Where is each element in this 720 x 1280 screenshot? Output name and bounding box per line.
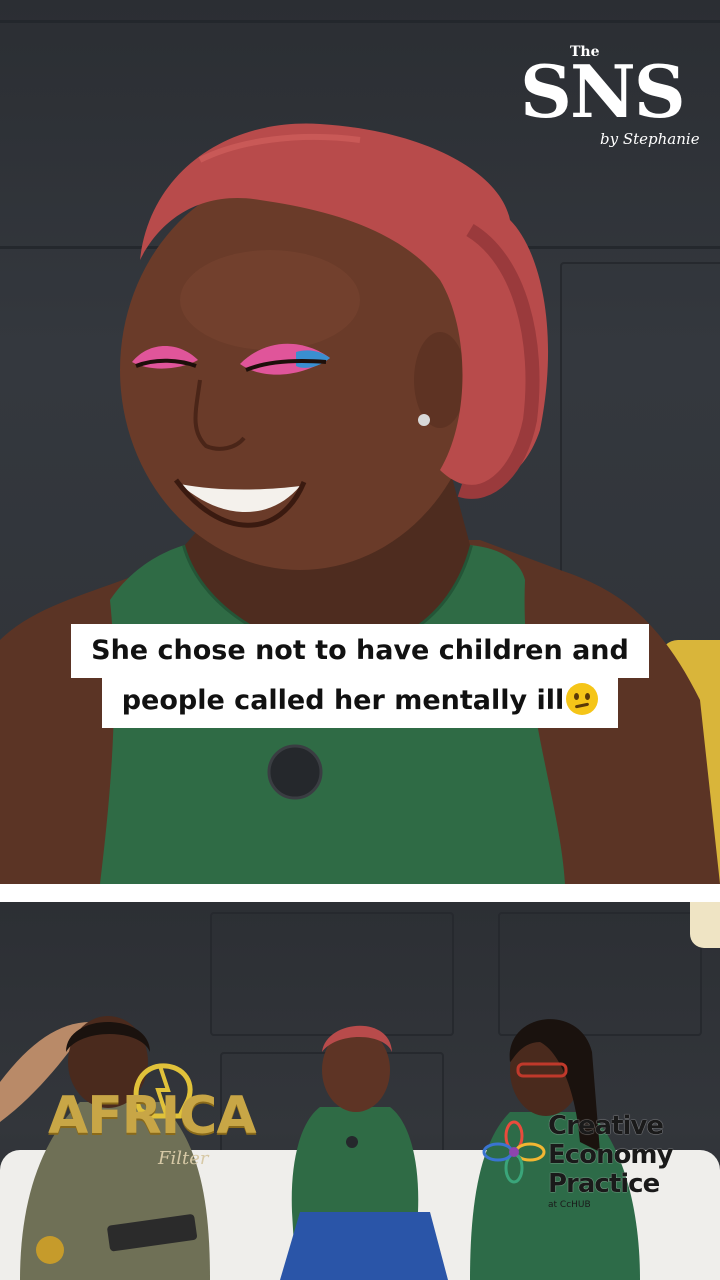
creative-logo-line-1: Creative [548,1111,664,1141]
caption-line-2-text: people called her mentally ill [121,685,565,716]
caption-line-2-wrap: people called her mentally ill [0,674,720,728]
sns-logo: The SNS by Stephanie [520,44,700,164]
caption-line-1: She chose not to have children and [71,624,649,678]
africa-logo-sub: Filter [158,1148,209,1169]
africa-filter-logo: AFRICA Filter [48,1060,258,1180]
flower-icon [482,1120,546,1184]
creative-logo-sub: at CcHUB [548,1200,591,1210]
creative-economy-logo: Creative Economy Practice at CcHUB [482,1112,682,1222]
bottom-video-frame[interactable]: AFRICA Filter Creative Economy Practice … [0,902,720,1280]
sns-logo-signature: by Stephanie [600,130,700,148]
confused-face-emoji [566,683,599,715]
creative-logo-text: Creative Economy Practice [548,1111,673,1199]
caption-line-2: people called her mentally ill [101,674,619,728]
guest-middle [280,1025,448,1280]
lapel-mic [267,744,323,800]
creative-logo-line-3: Practice [548,1169,660,1199]
caption-line-1-wrap: She chose not to have children and [0,624,720,678]
sns-logo-main: SNS [520,49,686,134]
top-video-frame[interactable]: She chose not to have children and peopl… [0,0,720,884]
africa-logo-main: AFRICA [48,1086,257,1146]
video-divider [0,884,720,902]
creative-logo-line-2: Economy [548,1140,673,1170]
earring [418,414,430,426]
